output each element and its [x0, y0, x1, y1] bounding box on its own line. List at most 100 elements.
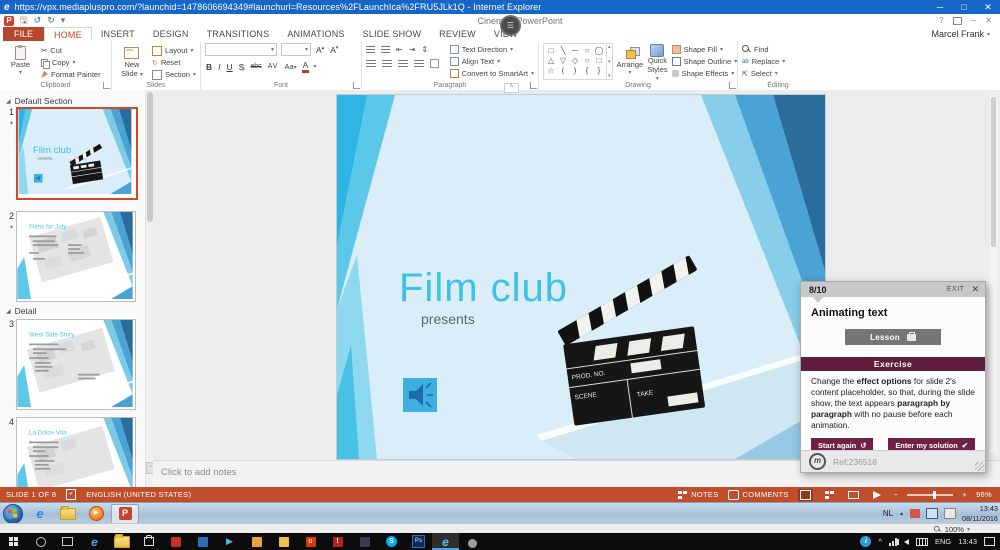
numbering-icon[interactable] [381, 46, 390, 54]
app-icon-blue[interactable] [189, 533, 216, 550]
zoom-in-icon[interactable]: + [962, 490, 967, 499]
file-explorer-icon[interactable] [55, 505, 81, 523]
slide-subtitle[interactable]: presents [421, 311, 475, 327]
video-app-icon[interactable]: ▶ [216, 533, 243, 550]
slide-title[interactable]: Film club [399, 266, 568, 310]
tab-transitions[interactable]: TRANSITIONS [198, 27, 279, 41]
file-explorer-icon[interactable] [108, 533, 135, 550]
bullets-icon[interactable] [366, 46, 375, 54]
shape-fill-button[interactable]: Shape Fill▾ [672, 44, 738, 55]
training-menu-button[interactable]: ☰ [500, 15, 521, 36]
shape-effects-button[interactable]: Shape Effects▾ [672, 68, 738, 79]
underline-button[interactable]: U [226, 62, 234, 72]
align-center-icon[interactable] [382, 60, 392, 68]
tab-design[interactable]: DESIGN [144, 27, 198, 41]
convert-smartart-button[interactable]: Convert to SmartArt▾ [450, 68, 534, 79]
notes-toggle[interactable]: NOTES [678, 490, 718, 499]
new-slide-button[interactable]: New Slide ▾ [116, 43, 148, 80]
office-app-icon[interactable]: o [297, 533, 324, 550]
user-app-icon[interactable] [459, 533, 486, 550]
character-spacing-button[interactable]: AV [267, 63, 280, 70]
drawing-dialog-launcher[interactable] [729, 82, 736, 89]
help-icon[interactable]: ? [939, 16, 943, 25]
tab-slide-show[interactable]: SLIDE SHOW [354, 27, 431, 41]
grow-font-button[interactable]: A▴ [315, 45, 325, 55]
copy-button[interactable]: Copy▾ [41, 57, 101, 68]
shapes-scroll-up-icon[interactable]: ▴ [608, 44, 611, 50]
paragraph-dialog-launcher[interactable] [530, 82, 537, 89]
shapes-gallery[interactable]: □ ╲ ─ ○ ◯ △ ▽ ◇ ○ □ ☆ ( ) { } [543, 43, 607, 80]
normal-view-button[interactable] [798, 489, 813, 501]
tab-home[interactable]: HOME [44, 27, 92, 41]
slide-thumbnail-3[interactable]: 3 West Sid [1, 319, 136, 410]
undo-icon[interactable]: ↺ [34, 15, 42, 26]
change-case-button[interactable]: Aa▾ [283, 62, 297, 71]
app-icon-dark[interactable] [351, 533, 378, 550]
tray-expand-icon[interactable]: ▲ [899, 511, 904, 517]
canvas-scrollbar-thumb[interactable] [991, 97, 996, 247]
text-direction-button[interactable]: Text Direction▾ [450, 44, 534, 55]
slide-thumbnail-4[interactable]: 4 La Dolce Vita [1, 417, 136, 487]
taskbar-clock[interactable]: 13:43 [958, 537, 977, 546]
internet-explorer-icon[interactable]: e [27, 505, 53, 523]
action-center-icon[interactable] [984, 537, 995, 546]
ppt-close-icon[interactable]: ✕ [985, 16, 992, 25]
font-dialog-launcher[interactable] [353, 82, 360, 89]
media-player-icon[interactable]: ▶ [83, 505, 109, 523]
section-header-default[interactable]: ◢ Default Section [6, 96, 72, 106]
action-flag-icon[interactable] [910, 509, 920, 518]
reading-view-button[interactable] [846, 489, 861, 501]
training-panel-header[interactable]: 8/10 EXIT ✕ [801, 282, 985, 297]
tab-animations[interactable]: ANIMATIONS [278, 27, 353, 41]
tab-insert[interactable]: INSERT [92, 27, 144, 41]
bold-button[interactable]: B [205, 62, 213, 72]
replace-button[interactable]: abReplace▾ [742, 56, 785, 67]
skype-icon[interactable]: S [378, 533, 405, 550]
align-left-icon[interactable] [366, 60, 376, 68]
paste-button[interactable]: Paste ▾ [4, 43, 37, 80]
app-icon-red[interactable] [162, 533, 189, 550]
start-button[interactable] [3, 504, 23, 524]
volume-icon[interactable] [944, 508, 956, 519]
shape-outline-button[interactable]: Shape Outline▾ [672, 56, 738, 67]
slide-thumbnail-2[interactable]: 2 ✦ [1, 211, 136, 302]
customize-qat-icon[interactable]: ▾ [61, 15, 66, 26]
quick-styles-button[interactable]: Quick Styles ▾ [647, 43, 667, 80]
spell-check-icon[interactable]: ✔ [66, 489, 76, 500]
italic-button[interactable]: I [217, 62, 221, 72]
zoom-slider-thumb[interactable] [933, 491, 936, 499]
cortana-search-icon[interactable] [27, 533, 54, 550]
align-text-button[interactable]: Align Text▾ [450, 56, 534, 67]
comments-toggle[interactable]: COMMENTS [728, 490, 789, 500]
alert-app-icon[interactable]: ! [324, 533, 351, 550]
language-indicator[interactable]: ENG [935, 537, 951, 546]
arrange-button[interactable]: Arrange ▾ [617, 43, 644, 80]
select-button[interactable]: ⇱Select▾ [742, 68, 785, 79]
strikethrough-button[interactable]: abc [249, 63, 262, 70]
shapes-scroll-down-icon[interactable]: ▾ [608, 59, 611, 65]
display-icon[interactable] [926, 508, 938, 519]
app-icon-yellow-2[interactable] [270, 533, 297, 550]
shrink-font-button[interactable]: A▾ [329, 45, 339, 55]
windows-start-button[interactable] [0, 533, 27, 550]
store-icon[interactable] [135, 533, 162, 550]
line-spacing-icon[interactable]: ⇕ [421, 45, 428, 54]
tray-clock[interactable]: 13:43 08/11/2016 [962, 504, 998, 522]
notes-placeholder[interactable]: Click to add notes [161, 467, 237, 478]
resize-handle[interactable] [975, 462, 984, 471]
powerpoint-taskbar-icon[interactable]: P [111, 504, 139, 524]
increase-indent-icon[interactable]: ⇥ [409, 45, 416, 54]
task-view-icon[interactable] [54, 533, 81, 550]
slide-thumbnail-1[interactable]: 1 ✦ Film club presents [1, 107, 138, 200]
section-button[interactable]: Section▾ [152, 69, 196, 80]
font-name-box[interactable]: ▾ [205, 43, 277, 56]
canvas-scrollbar[interactable] [990, 95, 997, 453]
tab-file[interactable]: FILE [3, 27, 44, 41]
align-right-icon[interactable] [398, 60, 408, 68]
font-color-button[interactable]: A [302, 60, 310, 73]
edge-icon[interactable]: e [81, 533, 108, 550]
justify-icon[interactable] [414, 60, 424, 68]
close-icon[interactable]: ✕ [971, 284, 979, 295]
slide-sorter-button[interactable] [822, 489, 837, 501]
shapes-more-icon[interactable]: ▾ [608, 73, 611, 79]
